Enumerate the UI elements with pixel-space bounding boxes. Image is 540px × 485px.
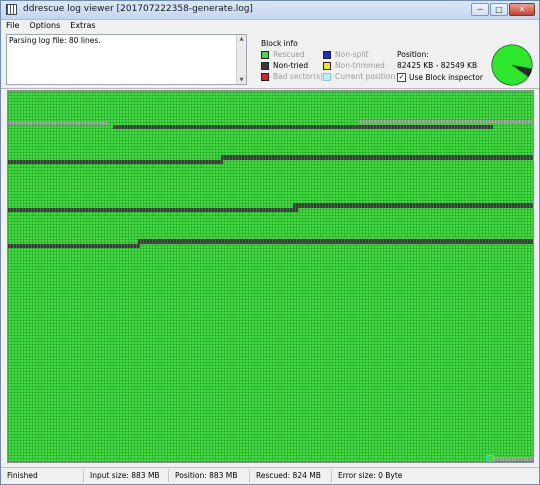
- legend-bad-sectors-label: Bad sector(s): [273, 72, 323, 81]
- minimize-button[interactable]: ─: [471, 3, 489, 16]
- legend-non-tried: Non-tried: [261, 61, 308, 70]
- block-band: [138, 239, 533, 244]
- log-output-box[interactable]: Parsing log file: 80 lines. ▲ ▼: [6, 34, 247, 85]
- status-bar: Finished Input size: 883 MB Position: 88…: [1, 467, 539, 485]
- status-error-size: Error size: 0 Byte: [338, 471, 403, 480]
- legend-current-position: Current position: [323, 72, 395, 81]
- status-state: Finished: [7, 471, 38, 480]
- maximize-button[interactable]: □: [490, 3, 508, 16]
- legend-non-split: Non-split: [323, 50, 368, 59]
- status-input-size: Input size: 883 MB: [90, 471, 160, 480]
- pie-rescued-slice: [491, 44, 533, 86]
- menu-file[interactable]: File: [1, 20, 24, 33]
- block-info-title: Block info: [261, 39, 298, 48]
- status-divider: [249, 469, 250, 482]
- block-map-grid: [8, 91, 533, 462]
- current-position-marker: [486, 455, 494, 462]
- current-position-swatch-icon: [323, 72, 331, 81]
- legend-non-trimmed-label: Non-trimmed: [335, 61, 385, 70]
- block-band: [8, 244, 140, 248]
- title-bar[interactable]: ddrescue log viewer [201707222358-genera…: [1, 1, 539, 20]
- legend-non-tried-label: Non-tried: [273, 61, 309, 70]
- block-band: [113, 125, 493, 129]
- block-band: [8, 208, 298, 212]
- menu-extras[interactable]: Extras: [65, 20, 100, 33]
- rescued-pie-chart: [491, 44, 533, 86]
- block-map[interactable]: [7, 90, 534, 463]
- scroll-up-arrow-icon[interactable]: ▲: [238, 36, 245, 42]
- block-band: [492, 457, 533, 461]
- legend-rescued-label: Rescued: [273, 50, 305, 59]
- block-band: [221, 155, 533, 160]
- non-tried-swatch-icon: [261, 61, 269, 70]
- legend-non-trimmed: Non-trimmed: [323, 61, 385, 70]
- block-band: [358, 120, 533, 123]
- position-label: Position:: [397, 50, 429, 59]
- block-band: [8, 160, 223, 164]
- status-divider: [168, 469, 169, 482]
- rescued-swatch-icon: [261, 50, 269, 59]
- status-position: Position: 883 MB: [175, 471, 238, 480]
- legend-current-position-label: Current position: [335, 72, 396, 81]
- menu-options[interactable]: Options: [24, 20, 65, 33]
- block-inspector-label: Use Block inspector: [409, 73, 483, 82]
- position-value: 82425 KB - 82549 KB: [397, 61, 478, 70]
- block-band: [293, 203, 533, 208]
- close-button[interactable]: ✕: [509, 3, 535, 16]
- legend-bad-sectors: Bad sector(s): [261, 72, 323, 81]
- status-rescued: Rescued: 824 MB: [256, 471, 321, 480]
- non-trimmed-swatch-icon: [323, 61, 331, 70]
- menu-bar: File Options Extras: [1, 20, 539, 33]
- block-band: [8, 122, 108, 125]
- non-split-swatch-icon: [323, 50, 331, 59]
- legend-rescued: Rescued: [261, 50, 305, 59]
- status-divider: [83, 469, 84, 482]
- window-title: ddrescue log viewer [201707222358-genera…: [23, 4, 253, 14]
- checkmark-icon[interactable]: ✓: [397, 73, 406, 82]
- legend-non-split-label: Non-split: [335, 50, 369, 59]
- app-window: ddrescue log viewer [201707222358-genera…: [0, 0, 540, 485]
- log-scrollbar[interactable]: ▲ ▼: [236, 35, 246, 84]
- scroll-down-arrow-icon[interactable]: ▼: [238, 77, 245, 83]
- block-inspector-checkbox[interactable]: ✓ Use Block inspector: [397, 73, 483, 82]
- app-grid-icon: [6, 4, 17, 15]
- status-divider: [331, 469, 332, 482]
- log-text: Parsing log file: 80 lines.: [9, 36, 101, 45]
- info-panel: Parsing log file: 80 lines. ▲ ▼ Block in…: [1, 33, 539, 89]
- bad-sector-swatch-icon: [261, 72, 269, 81]
